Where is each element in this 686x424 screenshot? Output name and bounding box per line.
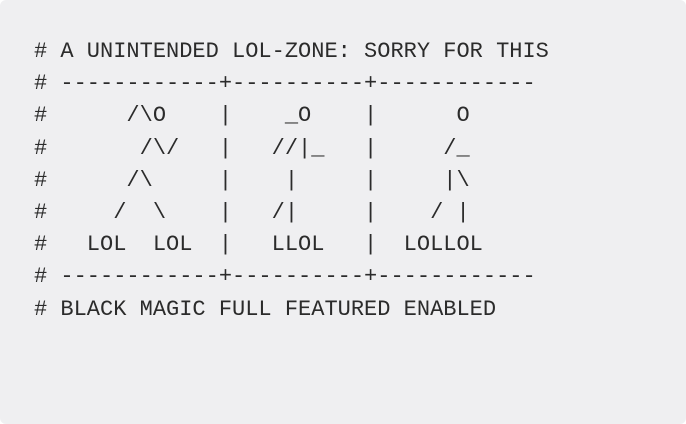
comment-line-art-4: # / \ | /| | / | [34, 199, 470, 225]
comment-line-divider-bottom: # ------------+----------+------------ [34, 264, 536, 290]
code-block: # A UNINTENDED LOL-ZONE: SORRY FOR THIS #… [0, 0, 686, 424]
comment-line-art-1: # /\O | _O | O [34, 103, 470, 129]
comment-line-labels: # LOL LOL | LLOL | LOLLOL [34, 232, 483, 258]
comment-line-art-2: # /\/ | //|_ | /_ [34, 135, 470, 161]
comment-line-title: # A UNINTENDED LOL-ZONE: SORRY FOR THIS [34, 39, 549, 64]
comment-line-art-3: # /\ | | | |\ [34, 167, 470, 193]
code-lines: # A UNINTENDED LOL-ZONE: SORRY FOR THIS #… [34, 36, 549, 326]
comment-line-footer: # BLACK MAGIC FULL FEATURED ENABLED [34, 296, 497, 322]
comment-line-divider-top: # ------------+----------+------------ [34, 71, 536, 97]
